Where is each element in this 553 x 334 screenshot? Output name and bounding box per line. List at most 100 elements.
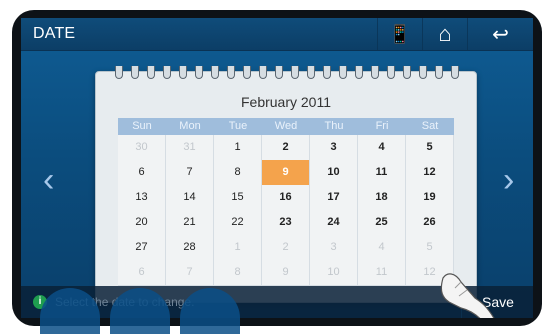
day-cell[interactable]: 3 [310,135,358,161]
weekday-label: Fri [375,120,389,132]
day-cell[interactable]: 5 [406,135,454,161]
day-cell[interactable]: 10 [310,160,358,186]
day-cell[interactable]: 7 [166,160,214,186]
binder-ring [419,66,427,79]
day-cell[interactable]: 20 [118,210,166,236]
day-cell[interactable]: 17 [310,185,358,211]
day-cell[interactable]: 28 [166,235,214,261]
binder-ring [259,66,267,79]
binder-ring [451,66,459,79]
calendar-row: 20 21 22 23 24 25 26 [118,210,454,236]
screen: DATE 📱 ⌂ ↩ ‹ › February 2011 Sun Mon Tue… [21,18,533,318]
day-cell[interactable]: 24 [310,210,358,236]
top-bar: DATE 📱 ⌂ ↩ [21,18,533,51]
day-cell: 10 [310,260,358,286]
day-cell: 9 [262,260,310,286]
day-cell: 2 [262,235,310,261]
weekday-label: Tue [228,120,248,132]
binder-ring [307,66,315,79]
day-cell[interactable]: 23 [262,210,310,236]
day-cell[interactable]: 12 [406,160,454,186]
binder-ring [179,66,187,79]
binder-ring [355,66,363,79]
day-cell[interactable]: 21 [166,210,214,236]
binder-ring [243,66,251,79]
day-cell[interactable]: 15 [214,185,262,211]
back-icon: ↩ [492,23,509,46]
calendar-row: 27 28 1 2 3 4 5 [118,235,454,261]
binder-ring [211,66,219,79]
day-cell[interactable]: 4 [358,135,406,161]
day-cell[interactable]: 13 [118,185,166,211]
day-cell[interactable]: 26 [406,210,454,236]
day-cell[interactable]: 22 [214,210,262,236]
calendar-row: 6 7 8 9 10 11 12 [118,260,454,286]
chevron-right-icon: › [503,161,515,199]
weekday-label: Sat [421,120,439,132]
binder-ring [195,66,203,79]
calendar-card: February 2011 Sun Mon Tue Wed Thu Fri Sa… [95,71,477,303]
binder-ring [147,66,155,79]
binder-ring [435,66,443,79]
next-month-button[interactable]: › [503,163,514,197]
calendar-row: 30 31 1 2 3 4 5 [118,135,454,161]
day-cell[interactable]: 6 [118,160,166,186]
binder-ring [291,66,299,79]
binder-ring [371,66,379,79]
day-cell[interactable]: 2 [262,135,310,161]
binder-rings [107,66,467,82]
device-bezel: DATE 📱 ⌂ ↩ ‹ › February 2011 Sun Mon Tue… [12,10,542,326]
day-cell: 8 [214,260,262,286]
remote-icon: 📱 [388,23,412,44]
binder-ring [227,66,235,79]
binder-ring [339,66,347,79]
day-cell[interactable]: 18 [358,185,406,211]
day-cell: 7 [166,260,214,286]
day-cell[interactable]: 19 [406,185,454,211]
day-cell[interactable]: 25 [358,210,406,236]
remote-button[interactable]: 📱 [378,18,422,50]
day-cell[interactable]: 27 [118,235,166,261]
day-cell: 4 [358,235,406,261]
weekday-label: Thu [324,120,344,132]
day-cell[interactable]: 11 [358,160,406,186]
weekday-header: Sun Mon Tue Wed Thu Fri Sat [118,118,454,135]
day-cell: 3 [310,235,358,261]
pointing-hand-icon [440,273,495,318]
hint-text: Select the date to change. [55,295,195,309]
binder-ring [403,66,411,79]
month-title: February 2011 [240,94,331,110]
binder-ring [163,66,171,79]
calendar-grid: Sun Mon Tue Wed Thu Fri Sat 30 31 1 2 3 4 5 6 7 8… [118,118,454,286]
calendar-row: 13 14 15 16 17 18 19 [118,185,454,211]
day-cell: 5 [406,235,454,261]
day-cell[interactable]: 8 [214,160,262,186]
day-cell[interactable]: 14 [166,185,214,211]
previous-month-button[interactable]: ‹ [43,163,54,197]
day-cell[interactable]: 16 [262,185,310,211]
calendar-weeks: 30 31 1 2 3 4 5 6 7 8 9 10 11 12 13 14 15 16 17 18 19 20 21 22 2… [118,135,454,286]
day-cell: 30 [118,135,166,161]
page-title: DATE [33,25,76,42]
day-cell[interactable]: 1 [214,135,262,161]
weekday-label: Mon [179,120,201,132]
info-icon: i [33,295,47,309]
day-cell: 11 [358,260,406,286]
day-cell: 6 [118,260,166,286]
day-cell: 31 [166,135,214,161]
page-frame: DATE 📱 ⌂ ↩ ‹ › February 2011 Sun Mon Tue… [0,0,553,334]
back-button[interactable]: ↩ [468,18,533,50]
binder-ring [275,66,283,79]
weekday-label: Wed [274,120,298,132]
binder-ring [131,66,139,79]
weekday-label: Sun [132,120,152,132]
binder-ring [115,66,123,79]
calendar-row: 6 7 8 9 10 11 12 [118,160,454,186]
binder-ring [323,66,331,79]
home-button[interactable]: ⌂ [423,18,467,50]
chevron-left-icon: ‹ [43,161,55,199]
selected-day-cell[interactable]: 9 [262,160,310,186]
binder-ring [387,66,395,79]
home-icon: ⌂ [438,21,452,46]
day-cell: 1 [214,235,262,261]
